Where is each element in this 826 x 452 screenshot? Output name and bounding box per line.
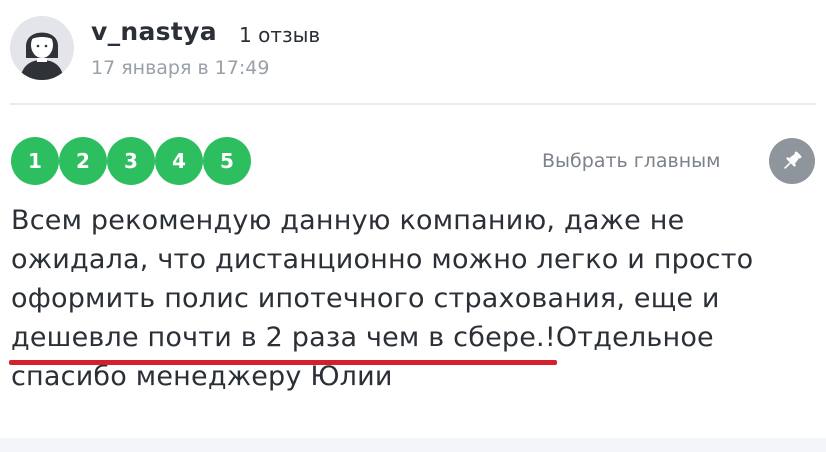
divider [10,103,816,105]
rating-circle-3: 3 [107,137,155,185]
footer-strip [0,438,826,452]
red-underline-annotation [9,360,557,365]
rating-circle-4: 4 [155,137,203,185]
username-link[interactable]: v_nastya [91,17,217,46]
review-text: Всем рекомендую данную компанию, даже не… [11,205,754,392]
rating-circle-1: 1 [11,137,59,185]
rating-circle-5: 5 [203,137,251,185]
rating-circle-2: 2 [59,137,107,185]
avatar[interactable] [10,16,74,80]
review-date: 17 января в 17:49 [91,57,270,79]
pin-label[interactable]: Выбрать главным [542,150,721,172]
review-count-link[interactable]: 1 отзыв [239,23,320,47]
pin-button[interactable] [769,138,815,184]
review-card: v_nastya 1 отзыв 17 января в 17:49 1 2 3… [0,0,826,452]
user-avatar-icon [10,16,74,80]
pin-icon [784,151,802,169]
